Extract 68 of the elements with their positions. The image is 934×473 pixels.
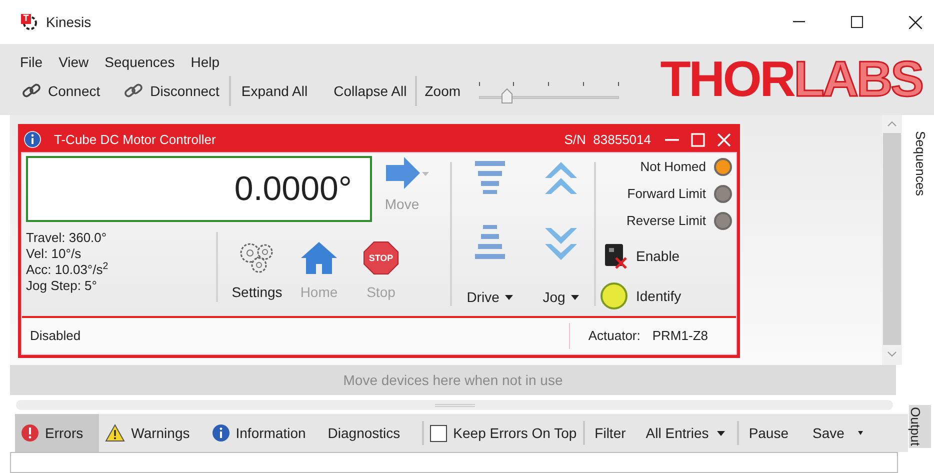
- connect-button[interactable]: Connect: [22, 80, 100, 102]
- caret-icon[interactable]: [858, 431, 864, 435]
- drive-dropdown[interactable]: Drive: [466, 287, 514, 308]
- error-icon: [21, 424, 39, 442]
- device-title: T-Cube DC Motor Controller: [54, 130, 216, 149]
- minimize-icon[interactable]: [793, 21, 805, 23]
- vertical-scrollbar[interactable]: [882, 115, 902, 365]
- position-display: 0.0000°: [26, 156, 372, 222]
- parameter-text: Acc: 10.03°/s$^{2}$: [26, 262, 110, 278]
- stop-sign-icon: STOP: [362, 241, 400, 275]
- actuator-label: Actuator:: [588, 327, 640, 346]
- maximize-icon[interactable]: [851, 16, 863, 28]
- save-button[interactable]: Save: [812, 422, 844, 444]
- output-tab[interactable]: Output: [909, 405, 931, 448]
- keep-on-top-label: Keep Errors On Top: [453, 424, 577, 443]
- filter-dropdown[interactable]: All Entries: [646, 422, 725, 444]
- warning-icon: [105, 424, 126, 442]
- menu-item[interactable]: Help: [190, 50, 220, 74]
- caret-icon: [505, 295, 514, 300]
- status-text: Disabled: [30, 327, 81, 346]
- chain-link-icon: [124, 82, 144, 100]
- settings-button[interactable]: Settings: [232, 240, 282, 303]
- arrow-right-icon: [384, 156, 422, 190]
- info-icon: [24, 131, 41, 148]
- indicator-label: Reverse Limit: [626, 212, 706, 230]
- window-title: Kinesis: [46, 12, 92, 32]
- caret-icon: [716, 430, 725, 436]
- filter-label: Filter: [594, 424, 626, 442]
- menu-item[interactable]: Sequences: [104, 50, 175, 74]
- app-icon: T: [20, 13, 38, 31]
- caret-icon: [422, 172, 428, 176]
- disconnect-button[interactable]: Disconnect: [124, 80, 220, 102]
- jog-dropdown[interactable]: Jog: [542, 287, 580, 308]
- scroll-up-icon[interactable]: [887, 121, 897, 127]
- output-tab[interactable]: Diagnostics: [322, 414, 416, 452]
- dock-hint: Move devices here when not in use: [343, 370, 563, 390]
- indicator-label: Forward Limit: [627, 185, 706, 204]
- device-disabled-icon: [602, 242, 628, 270]
- menu-item[interactable]: View: [58, 50, 89, 74]
- close-icon[interactable]: [909, 16, 922, 28]
- parameter-text: Travel: 360.0°: [26, 230, 108, 246]
- identify-light-icon: [600, 282, 628, 310]
- output-tab[interactable]: Errors: [15, 414, 100, 452]
- caret-icon: [571, 295, 580, 300]
- identify-button[interactable]: Identify: [636, 286, 682, 306]
- parameter-text: Vel: 10°/s: [26, 246, 82, 262]
- pause-button[interactable]: Pause: [748, 422, 789, 444]
- output-tab[interactable]: Warnings: [99, 414, 206, 452]
- info-icon: [212, 424, 230, 442]
- indicator-label: Not Homed: [640, 158, 706, 176]
- output-tab[interactable]: Information: [206, 414, 322, 452]
- collapse-all-button[interactable]: Collapse All: [334, 80, 407, 102]
- slider-thumb[interactable]: [500, 88, 513, 104]
- parameter-text: Jog Step: 5°: [26, 278, 98, 294]
- keep-on-top-checkbox[interactable]: [430, 424, 448, 442]
- chain-link-icon: [22, 82, 42, 100]
- actuator-value: PRM1-Z8: [652, 327, 708, 346]
- zoom-label: Zoom: [424, 82, 461, 100]
- drive-reverse-icon[interactable]: [474, 224, 506, 260]
- sequences-tab[interactable]: Sequences: [910, 129, 930, 196]
- serial-number: S/N 83855014: [564, 130, 651, 149]
- scroll-down-icon[interactable]: [887, 351, 897, 357]
- expand-all-button[interactable]: Expand All: [241, 80, 308, 102]
- home-icon: [300, 241, 338, 275]
- enable-button[interactable]: Enable: [636, 246, 680, 266]
- drive-forward-icon[interactable]: [474, 160, 506, 196]
- company-logo: THORLABS: [660, 54, 922, 106]
- menu-item[interactable]: File: [20, 50, 43, 74]
